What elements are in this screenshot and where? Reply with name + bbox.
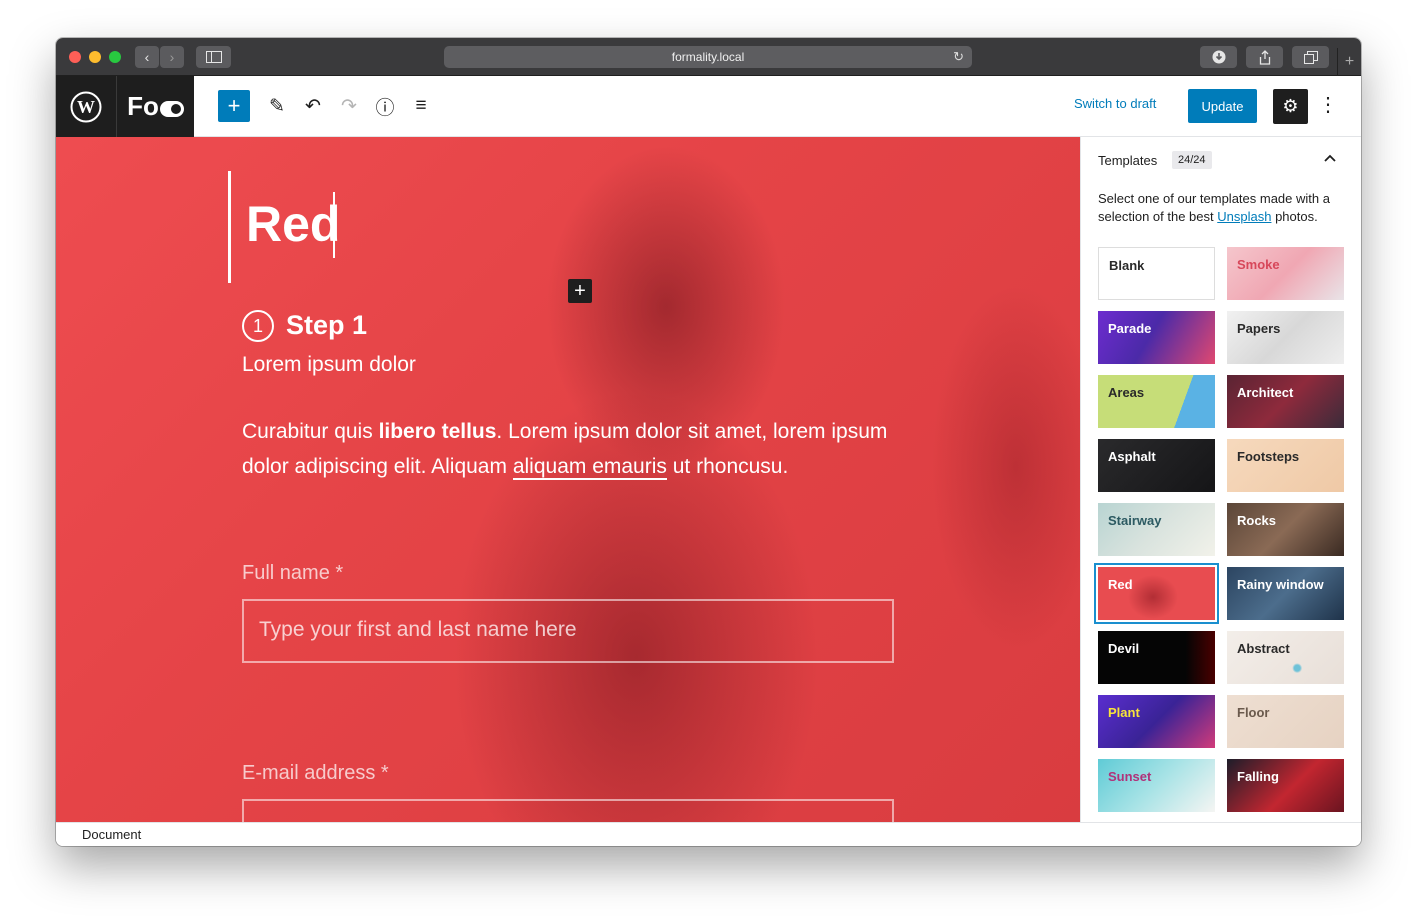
template-falling[interactable]: Falling	[1227, 759, 1344, 812]
template-floor[interactable]: Floor	[1227, 695, 1344, 748]
para-underlined-text: aliquam emauris	[512, 455, 667, 480]
browser-toolbar: ‹ › formality.local ↻ +	[56, 38, 1361, 76]
templates-description: Select one of our templates made with a …	[1098, 190, 1348, 226]
step-subtitle[interactable]: Lorem ipsum dolor	[242, 353, 416, 377]
template-rocks[interactable]: Rocks	[1227, 503, 1344, 556]
unsplash-link[interactable]: Unsplash	[1217, 209, 1271, 224]
template-architect[interactable]: Architect	[1227, 375, 1344, 428]
form-title[interactable]: Red	[246, 195, 340, 253]
template-rainy-window[interactable]: Rainy window	[1227, 567, 1344, 620]
zoom-window-button[interactable]	[109, 51, 121, 63]
template-asphalt[interactable]: Asphalt	[1098, 439, 1215, 492]
text-caret	[333, 192, 335, 258]
title-block-border	[228, 171, 231, 283]
full-name-label: Full name *	[242, 562, 344, 584]
wordpress-logo-icon[interactable]: W	[56, 76, 116, 137]
downloads-icon[interactable]	[1200, 46, 1237, 68]
new-tab-icon[interactable]: +	[1337, 48, 1361, 76]
template-devil[interactable]: Devil	[1098, 631, 1215, 684]
para-text-3: ut rhoncusu.	[666, 455, 789, 478]
reload-icon[interactable]: ↻	[953, 49, 964, 65]
template-sunset[interactable]: Sunset	[1098, 759, 1215, 812]
info-icon[interactable]: ⓘ	[369, 90, 401, 122]
template-areas[interactable]: Areas	[1098, 375, 1215, 428]
share-icon[interactable]	[1246, 46, 1283, 68]
para-text-1: Curabitur quis	[242, 420, 379, 443]
editor-canvas[interactable]: Red + 1 Step 1 Lorem ipsum dolor Curabit…	[56, 137, 1080, 822]
plugin-logo[interactable]: Fo	[116, 76, 194, 137]
minimize-window-button[interactable]	[89, 51, 101, 63]
template-papers[interactable]: Papers	[1227, 311, 1344, 364]
email-label: E-mail address *	[242, 762, 389, 784]
tabs-overview-icon[interactable]	[1292, 46, 1329, 68]
step-title[interactable]: Step 1	[286, 310, 367, 341]
address-bar[interactable]: formality.local ↻	[444, 46, 972, 68]
editor-toolbar: W Fo + ✎ ↶ ↷ ⓘ ≡ Switch to draft Update …	[56, 76, 1361, 137]
breadcrumb: Document	[56, 822, 1361, 846]
back-icon[interactable]: ‹	[135, 46, 159, 68]
templates-count-badge: 24/24	[1172, 151, 1212, 169]
url-text: formality.local	[671, 50, 745, 64]
redo-icon[interactable]: ↷	[333, 90, 365, 122]
templates-heading[interactable]: Templates	[1098, 153, 1157, 168]
plugin-logo-text: Fo	[127, 91, 159, 121]
undo-icon[interactable]: ↶	[297, 90, 329, 122]
template-stairway[interactable]: Stairway	[1098, 503, 1215, 556]
step-number-badge: 1	[242, 310, 274, 342]
template-smoke[interactable]: Smoke	[1227, 247, 1344, 300]
template-abstract[interactable]: Abstract	[1227, 631, 1344, 684]
add-block-button[interactable]: +	[218, 90, 250, 122]
templates-sidebar: Templates 24/24 Select one of our templa…	[1080, 137, 1361, 822]
template-plant[interactable]: Plant	[1098, 695, 1215, 748]
template-red[interactable]: Red	[1094, 563, 1219, 624]
switch-to-draft-button[interactable]: Switch to draft	[1074, 96, 1156, 111]
close-window-button[interactable]	[69, 51, 81, 63]
desc-text-2: photos.	[1271, 209, 1318, 224]
template-footsteps[interactable]: Footsteps	[1227, 439, 1344, 492]
template-blank[interactable]: Blank	[1098, 247, 1215, 300]
description-paragraph[interactable]: Curabitur quis libero tellus. Lorem ipsu…	[242, 414, 902, 484]
email-field[interactable]	[242, 799, 894, 822]
template-parade[interactable]: Parade	[1098, 311, 1215, 364]
full-name-field[interactable]: Type your first and last name here	[242, 599, 894, 663]
para-bold-text: libero tellus	[378, 420, 497, 443]
block-inserter-button[interactable]: +	[568, 279, 592, 303]
edit-icon[interactable]: ✎	[261, 90, 293, 122]
more-options-icon[interactable]: ⋮	[1318, 92, 1338, 117]
browser-window: ‹ › formality.local ↻ + W Fo + ✎ ↶ ↷ ⓘ ≡…	[56, 38, 1361, 846]
chevron-up-icon[interactable]	[1324, 149, 1336, 165]
breadcrumb-document[interactable]: Document	[82, 827, 141, 842]
toggle-logo-icon	[159, 100, 184, 117]
update-button[interactable]: Update	[1188, 89, 1257, 123]
sidebar-toggle-icon[interactable]	[196, 46, 231, 68]
svg-text:W: W	[77, 97, 95, 117]
forward-icon[interactable]: ›	[160, 46, 184, 68]
settings-gear-icon[interactable]: ⚙	[1273, 89, 1308, 124]
outline-icon[interactable]: ≡	[405, 90, 437, 122]
